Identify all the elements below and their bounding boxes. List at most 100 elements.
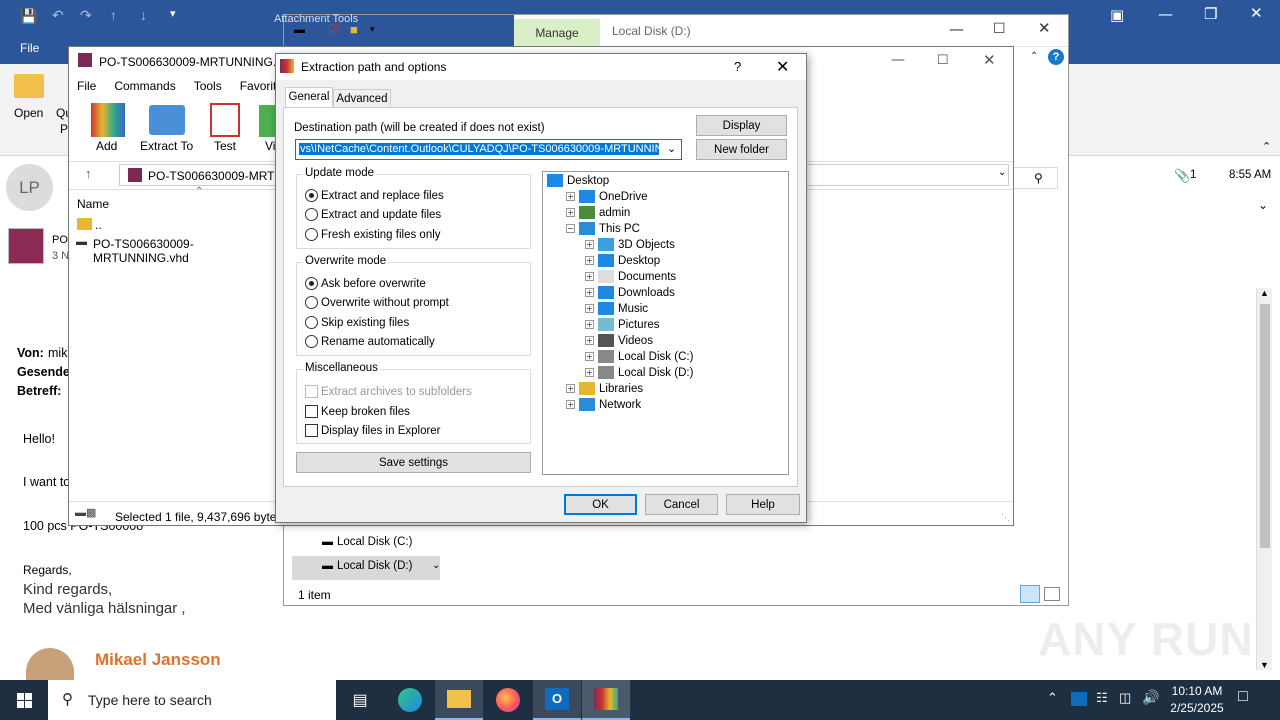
radio-rename-automatically[interactable]: Rename automatically <box>305 335 435 348</box>
close-button[interactable]: ✕ <box>1038 19 1051 37</box>
add-button[interactable]: Add <box>96 139 117 153</box>
tree-expander-icon[interactable]: + <box>585 304 594 313</box>
checkbox-display-in-explorer[interactable]: Display files in Explorer <box>305 424 441 437</box>
destination-path-input[interactable]: vs\INetCache\Content.Outlook\CULYADQJ\PO… <box>299 143 659 155</box>
maximize-button[interactable]: ☐ <box>937 52 949 68</box>
maximize-button[interactable]: ☐ <box>993 20 1006 37</box>
tree-expander-icon[interactable]: + <box>585 320 594 329</box>
outlook-tray-icon[interactable] <box>1071 692 1087 706</box>
view-button[interactable]: Vi <box>265 139 275 153</box>
tree-item[interactable]: − This PC <box>566 222 640 235</box>
tree-item[interactable]: + Network <box>566 398 641 411</box>
collapse-ribbon-icon[interactable]: ⌃ <box>1262 140 1271 153</box>
tab-manage[interactable]: Manage <box>514 19 600 47</box>
close-button[interactable]: ✕ <box>776 57 789 77</box>
up-arrow-icon[interactable]: ↑ <box>85 166 92 181</box>
help-button[interactable]: Help <box>726 494 800 515</box>
radio-skip-existing[interactable]: Skip existing files <box>305 316 409 329</box>
customize-icon[interactable]: ▾ <box>370 24 375 35</box>
radio-fresh-existing[interactable]: Fresh existing files only <box>305 228 441 241</box>
tree-expander-icon[interactable]: + <box>566 192 575 201</box>
resize-grip[interactable]: ⋱ <box>1001 512 1010 523</box>
collapse-ribbon-icon[interactable]: ⌃ <box>1030 51 1038 62</box>
chevron-down-icon[interactable]: ⌄ <box>667 142 676 155</box>
tree-expander-icon[interactable]: + <box>585 240 594 249</box>
file-explorer-icon[interactable] <box>435 680 483 720</box>
scrollbar[interactable]: ▲ ▼ <box>1256 288 1272 670</box>
radio-extract-update[interactable]: Extract and update files <box>305 208 441 221</box>
folder-tree[interactable]: Desktop + OneDrive + admin − This PC +3D Object… <box>542 171 789 475</box>
expand-chevron-icon[interactable]: ⌄ <box>1258 198 1268 212</box>
properties-icon[interactable]: ☑ <box>328 22 340 38</box>
details-view-icon[interactable] <box>1020 585 1040 603</box>
radio-ask-before-overwrite[interactable]: Ask before overwrite <box>305 277 426 290</box>
tree-item[interactable]: + Downloads <box>585 286 675 299</box>
close-button[interactable]: ✕ <box>1250 4 1263 22</box>
winrar-taskbar-icon[interactable] <box>582 680 630 720</box>
customize-icon[interactable]: ▾ <box>170 7 176 20</box>
ribbon-display-icon[interactable]: ▣ <box>1110 6 1124 24</box>
tree-item[interactable]: + Music <box>585 302 648 315</box>
save-settings-button[interactable]: Save settings <box>296 452 531 473</box>
tree-expander-icon[interactable]: + <box>585 288 594 297</box>
redo-icon[interactable]: ↷ <box>80 7 92 24</box>
tab-advanced[interactable]: Advanced <box>333 89 391 108</box>
tree-expander-icon[interactable]: + <box>585 256 594 265</box>
display-button[interactable]: Display <box>696 115 787 136</box>
down-icon[interactable]: ↓ <box>140 7 147 23</box>
network-tray-icon[interactable]: ◫ <box>1119 690 1131 706</box>
scroll-down-icon[interactable]: ⌄ <box>432 560 440 571</box>
task-view-icon[interactable]: ▤ <box>336 680 384 720</box>
test-button[interactable]: Test <box>214 139 236 153</box>
clock-time[interactable]: 10:10 AM <box>1169 684 1225 698</box>
tree-item[interactable]: Desktop <box>547 174 609 187</box>
file-tab[interactable]: File <box>20 41 39 55</box>
ok-button[interactable]: OK <box>564 494 637 515</box>
outlook-icon[interactable]: O <box>533 680 581 720</box>
large-icons-view-icon[interactable] <box>1044 587 1060 601</box>
notifications-icon[interactable]: □ <box>1238 688 1248 706</box>
folder-icon[interactable]: ■ <box>350 22 358 37</box>
tree-expander-icon[interactable]: + <box>566 400 575 409</box>
tree-expander-icon[interactable]: + <box>566 208 575 217</box>
destination-path-combobox[interactable]: vs\INetCache\Content.Outlook\CULYADQJ\PO… <box>295 139 682 160</box>
up-icon[interactable]: ↑ <box>110 7 117 23</box>
attachment-rar-icon[interactable] <box>8 228 44 264</box>
tree-item[interactable]: + Pictures <box>585 318 660 331</box>
menu-commands[interactable]: Commands <box>114 79 175 93</box>
tree-expander-icon[interactable]: + <box>585 272 594 281</box>
tree-expander-icon[interactable]: − <box>566 224 575 233</box>
tree-item[interactable]: + Local Disk (D:) <box>585 366 693 379</box>
search-box[interactable]: ⚲ <box>1014 167 1058 189</box>
table-row[interactable]: .. <box>73 216 283 234</box>
taskbar-search-box[interactable]: ⚲ Type here to search <box>48 680 336 720</box>
tree-item[interactable]: + Local Disk (C:) <box>585 350 693 363</box>
minimize-button[interactable]: — <box>1158 5 1173 23</box>
column-name-header[interactable]: Name <box>77 197 109 211</box>
menu-file[interactable]: File <box>77 79 96 93</box>
radio-extract-replace[interactable]: Extract and replace files <box>305 189 444 202</box>
show-hidden-icons-icon[interactable]: ⌃ <box>1047 690 1058 706</box>
tree-item[interactable]: +3D Objects <box>585 238 675 251</box>
start-button[interactable] <box>0 680 48 720</box>
tree-item[interactable]: + OneDrive <box>566 190 648 203</box>
close-button[interactable]: ✕ <box>983 51 996 69</box>
menu-tools[interactable]: Tools <box>194 79 222 93</box>
tree-item[interactable]: + Desktop <box>585 254 660 267</box>
tree-item[interactable]: + Libraries <box>566 382 643 395</box>
nav-item-local-disk-c[interactable]: ▬ Local Disk (C:) <box>322 536 412 548</box>
new-folder-button[interactable]: New folder <box>696 139 787 160</box>
clock-date[interactable]: 2/25/2025 <box>1166 701 1228 715</box>
tree-expander-icon[interactable]: + <box>566 384 575 393</box>
extract-to-button[interactable]: Extract To <box>140 139 193 153</box>
restore-button[interactable]: ❐ <box>1204 5 1217 23</box>
device-icon[interactable]: ☷ <box>1096 690 1108 706</box>
save-icon[interactable]: 💾 <box>20 8 37 25</box>
tree-item[interactable]: + Documents <box>585 270 676 283</box>
volume-icon[interactable]: 🔊 <box>1142 689 1159 706</box>
edge-icon[interactable] <box>386 680 434 720</box>
tree-item[interactable]: + Videos <box>585 334 653 347</box>
undo-icon[interactable]: ↶ <box>52 7 64 24</box>
open-button[interactable]: Open <box>14 106 43 120</box>
cancel-button[interactable]: Cancel <box>645 494 718 515</box>
